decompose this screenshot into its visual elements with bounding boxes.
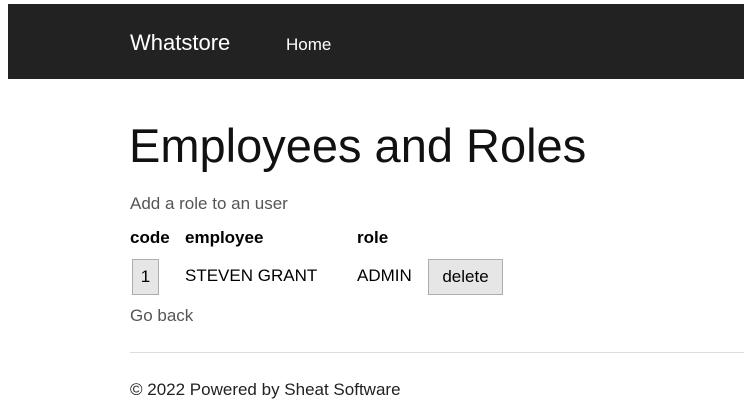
footer-divider (130, 352, 744, 353)
navbar: Whatstore Home (8, 4, 744, 79)
column-header-role: role (357, 228, 389, 247)
go-back-link[interactable]: Go back (130, 306, 193, 326)
column-header-code: code (130, 228, 170, 247)
role-cell: ADMIN (357, 266, 412, 285)
footer-text: © 2022 Powered by Sheat Software (130, 380, 401, 399)
code-button[interactable]: 1 (132, 259, 159, 295)
column-header-employee: employee (185, 228, 264, 247)
page-title: Employees and Roles (129, 119, 587, 172)
add-role-link[interactable]: Add a role to an user (130, 194, 288, 214)
nav-link-home[interactable]: Home (286, 35, 331, 55)
page: Whatstore Home Employees and Roles Add a… (0, 0, 744, 403)
employee-cell: STEVEN GRANT (185, 266, 318, 285)
delete-button[interactable]: delete (428, 259, 503, 295)
brand-link[interactable]: Whatstore (130, 30, 230, 56)
